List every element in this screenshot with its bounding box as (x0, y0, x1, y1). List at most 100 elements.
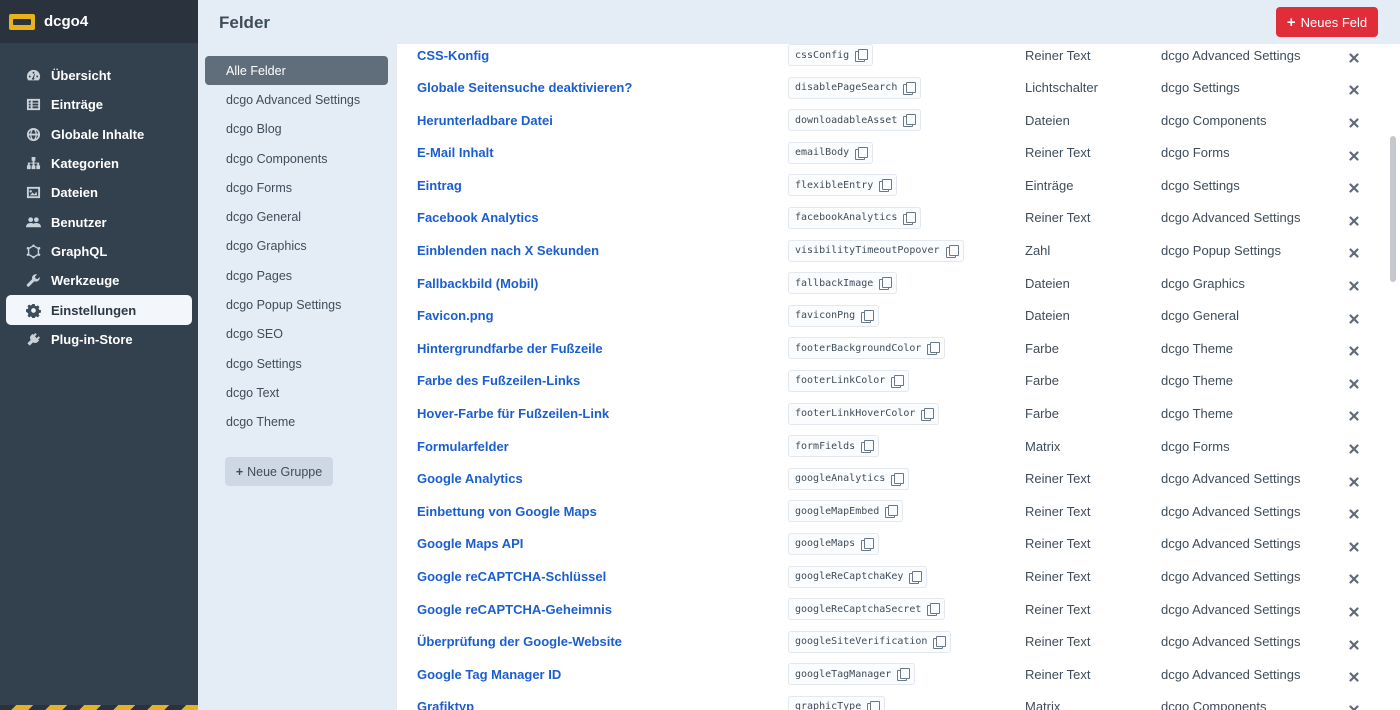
nav-item-übersicht[interactable]: Übersicht (6, 61, 192, 90)
nav-item-label: Globale Inhalte (51, 126, 145, 142)
field-name-link[interactable]: Hover-Farbe für Fußzeilen-Link (417, 406, 609, 421)
field-name-link[interactable]: Hintergrundfarbe der Fußzeile (417, 341, 603, 356)
copy-icon[interactable] (867, 700, 881, 710)
delete-icon[interactable] (1349, 51, 1361, 63)
nav-item-globale-inhalte[interactable]: Globale Inhalte (6, 120, 192, 149)
delete-icon[interactable] (1349, 605, 1361, 617)
delete-icon[interactable] (1349, 377, 1361, 389)
delete-icon[interactable] (1349, 540, 1361, 552)
field-name-link[interactable]: Formularfelder (417, 439, 509, 454)
group-item[interactable]: dcgo Graphics (205, 232, 388, 261)
delete-icon[interactable] (1349, 344, 1361, 356)
delete-icon[interactable] (1349, 116, 1361, 128)
copy-icon[interactable] (909, 570, 923, 584)
group-item[interactable]: dcgo Text (205, 378, 388, 407)
nav-item-einträge[interactable]: Einträge (6, 90, 192, 119)
copy-icon[interactable] (903, 211, 917, 225)
field-name-link[interactable]: E-Mail Inhalt (417, 145, 494, 160)
nav-item-graphql[interactable]: GraphQL (6, 237, 192, 266)
nav-item-plug-in-store[interactable]: Plug-in-Store (6, 325, 192, 354)
field-name-link[interactable]: Eintrag (417, 178, 462, 193)
field-handle: footerLinkHoverColor (788, 402, 940, 425)
nav-item-kategorien[interactable]: Kategorien (6, 149, 192, 178)
delete-icon[interactable] (1349, 83, 1361, 95)
field-name-link[interactable]: CSS-Konfig (417, 48, 489, 63)
field-name-link[interactable]: Google Analytics (417, 471, 523, 486)
field-name-link[interactable]: Google reCAPTCHA-Schlüssel (417, 569, 606, 584)
copy-icon[interactable] (891, 472, 905, 486)
delete-icon[interactable] (1349, 214, 1361, 226)
field-name-link[interactable]: Google Maps API (417, 536, 523, 551)
copy-icon[interactable] (945, 244, 959, 258)
copy-icon[interactable] (855, 146, 869, 160)
delete-icon[interactable] (1349, 507, 1361, 519)
new-group-button[interactable]: + Neue Gruppe (225, 457, 333, 486)
delete-icon[interactable] (1349, 572, 1361, 584)
copy-icon[interactable] (933, 635, 947, 649)
delete-icon[interactable] (1349, 246, 1361, 258)
nav-item-label: Übersicht (51, 68, 111, 84)
copy-icon[interactable] (879, 277, 893, 291)
copy-icon[interactable] (855, 49, 869, 62)
field-name-link[interactable]: Einblenden nach X Sekunden (417, 243, 599, 258)
field-name-link[interactable]: Einbettung von Google Maps (417, 504, 597, 519)
site-name[interactable]: dcgo4 (44, 13, 88, 30)
copy-icon[interactable] (903, 114, 917, 128)
group-item[interactable]: dcgo Forms (205, 173, 388, 202)
field-name-link[interactable]: Google Tag Manager ID (417, 667, 561, 682)
copy-icon[interactable] (885, 505, 899, 519)
field-name-link[interactable]: Globale Seitensuche deaktivieren? (417, 80, 632, 95)
copy-icon[interactable] (891, 374, 905, 388)
delete-icon[interactable] (1349, 670, 1361, 682)
field-name-link[interactable]: Fallbackbild (Mobil) (417, 276, 538, 291)
group-item[interactable]: dcgo Blog (205, 115, 388, 144)
delete-icon[interactable] (1349, 638, 1361, 650)
copy-icon[interactable] (903, 81, 917, 95)
field-name-link[interactable]: Herunterladbare Datei (417, 113, 553, 128)
scrollbar-thumb[interactable] (1390, 136, 1396, 282)
delete-icon[interactable] (1349, 312, 1361, 324)
nav-item-benutzer[interactable]: Benutzer (6, 207, 192, 236)
delete-icon[interactable] (1349, 181, 1361, 193)
copy-icon[interactable] (879, 179, 893, 193)
nav-item-dateien[interactable]: Dateien (6, 178, 192, 207)
copy-icon[interactable] (861, 309, 875, 323)
nav-item-einstellungen[interactable]: Einstellungen (6, 295, 192, 325)
delete-icon[interactable] (1349, 149, 1361, 161)
field-handle: emailBody (788, 141, 874, 164)
new-field-button[interactable]: + Neues Feld (1276, 7, 1378, 37)
copy-icon[interactable] (921, 407, 935, 421)
field-name-link[interactable]: Überprüfung der Google-Website (417, 634, 622, 649)
delete-icon[interactable] (1349, 703, 1361, 710)
copy-icon[interactable] (927, 603, 941, 617)
scrollbar[interactable] (1386, 44, 1400, 710)
copy-icon[interactable] (897, 668, 911, 682)
group-item[interactable]: dcgo Components (205, 144, 388, 173)
field-group: dcgo General (1161, 308, 1240, 324)
delete-icon[interactable] (1349, 475, 1361, 487)
field-handle: formFields (788, 435, 880, 458)
field-group: dcgo Advanced Settings (1161, 471, 1301, 487)
copy-icon[interactable] (861, 440, 875, 454)
field-name-link[interactable]: Favicon.png (417, 308, 494, 323)
field-name-link[interactable]: Farbe des Fußzeilen-Links (417, 373, 580, 388)
delete-icon[interactable] (1349, 442, 1361, 454)
copy-icon[interactable] (927, 342, 941, 356)
site-header[interactable]: dcgo4 (0, 0, 198, 43)
field-name-link[interactable]: Grafiktyp (417, 699, 474, 710)
group-item[interactable]: dcgo Theme (205, 408, 388, 437)
group-item[interactable]: dcgo Advanced Settings (205, 85, 388, 114)
field-name-link[interactable]: Google reCAPTCHA-Geheimnis (417, 602, 612, 617)
group-item[interactable]: dcgo Popup Settings (205, 290, 388, 319)
copy-icon[interactable] (861, 537, 875, 551)
nav-item-werkzeuge[interactable]: Werkzeuge (6, 266, 192, 295)
group-item[interactable]: dcgo General (205, 202, 388, 231)
delete-icon[interactable] (1349, 279, 1361, 291)
delete-icon[interactable] (1349, 409, 1361, 421)
group-item[interactable]: dcgo SEO (205, 320, 388, 349)
group-item[interactable]: dcgo Settings (205, 349, 388, 378)
nav-item-label: Einträge (51, 97, 104, 113)
field-name-link[interactable]: Facebook Analytics (417, 210, 539, 225)
group-item[interactable]: dcgo Pages (205, 261, 388, 290)
group-item-all-fields[interactable]: Alle Felder (205, 56, 388, 86)
